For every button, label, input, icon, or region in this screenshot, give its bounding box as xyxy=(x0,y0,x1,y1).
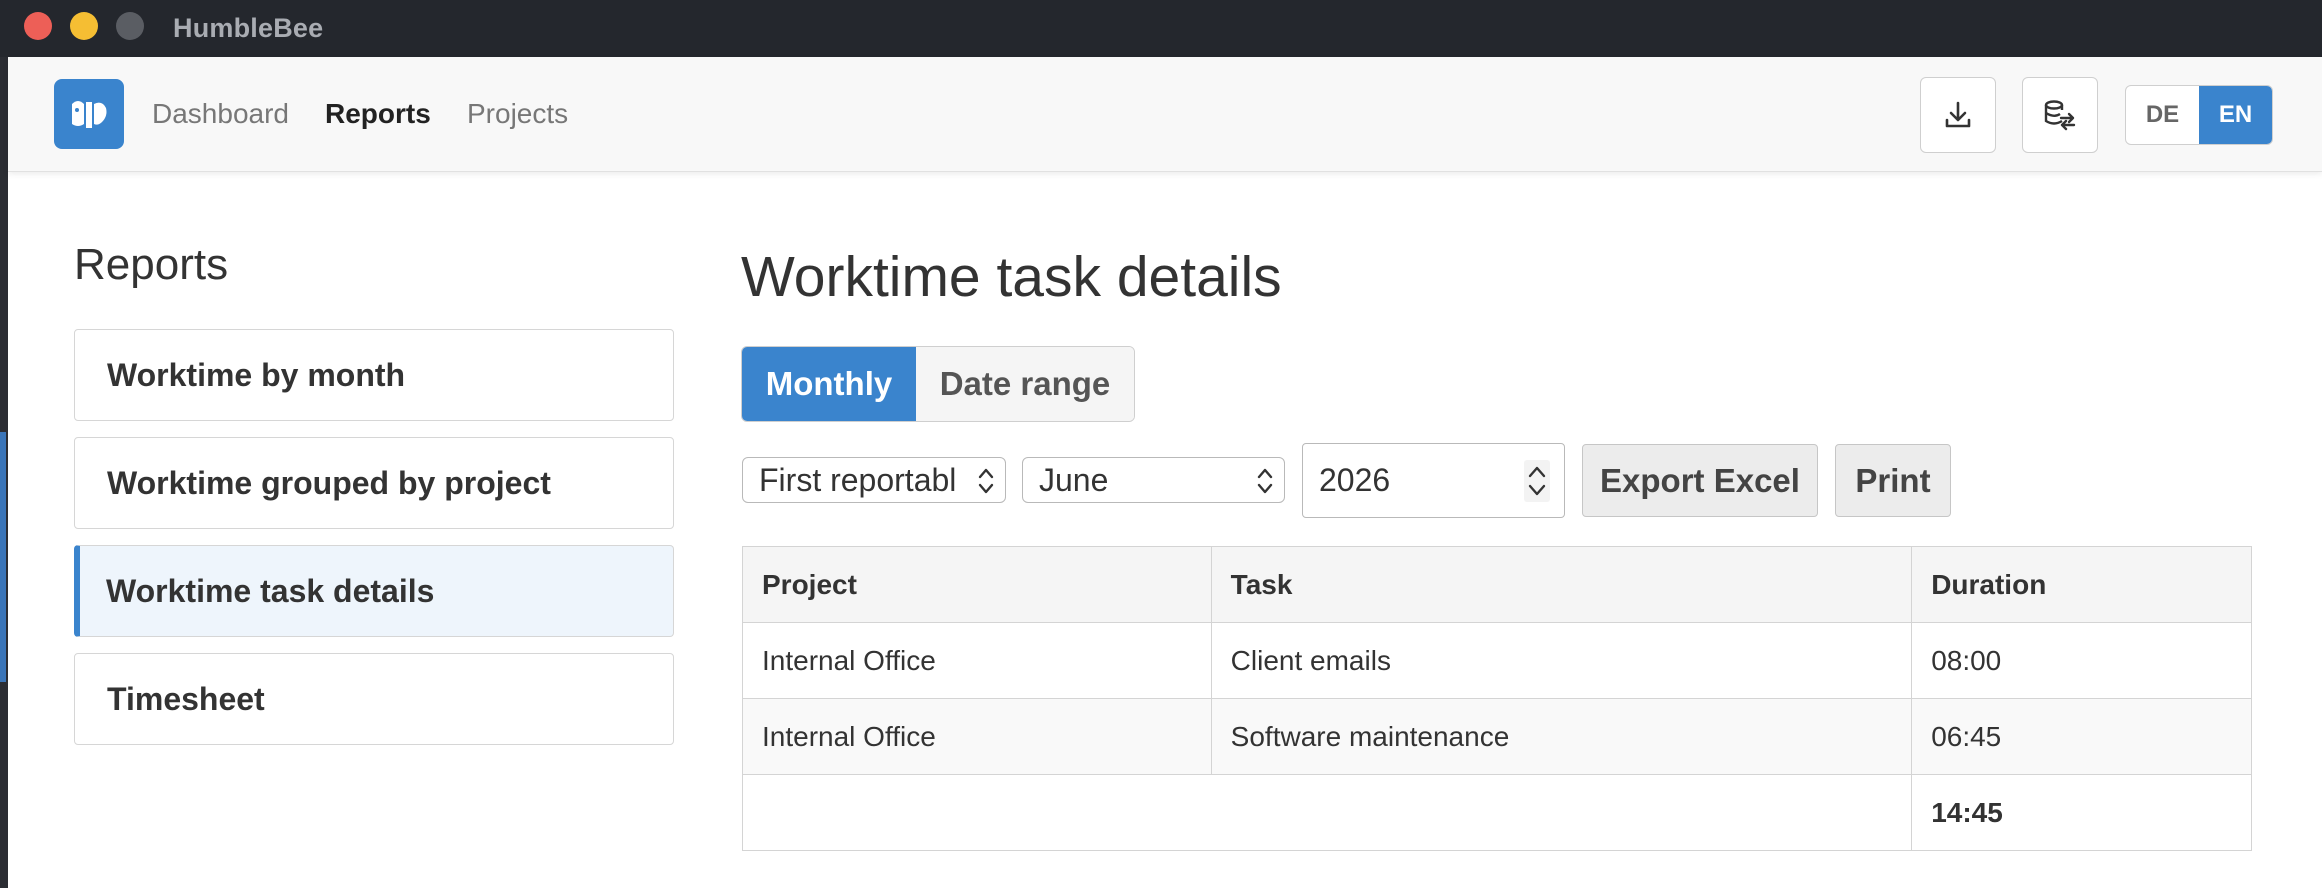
table-row: Internal Office Software maintenance 06:… xyxy=(742,698,2252,775)
month-select[interactable]: June xyxy=(1022,457,1285,503)
page-title: Worktime task details xyxy=(741,245,1282,309)
column-header-project[interactable]: Project xyxy=(742,546,1212,623)
year-input[interactable]: 2026 xyxy=(1302,443,1565,518)
nav-dashboard-link[interactable]: Dashboard xyxy=(152,98,289,130)
sidebar-item-worktime-task-details[interactable]: Worktime task details xyxy=(74,545,674,637)
sidebar-item-worktime-grouped-by-project[interactable]: Worktime grouped by project xyxy=(74,437,674,529)
sidebar-item-worktime-by-month[interactable]: Worktime by month xyxy=(74,329,674,421)
year-stepper[interactable] xyxy=(1524,460,1550,502)
select-arrows-icon xyxy=(978,468,994,494)
language-switcher: DE EN xyxy=(2125,85,2273,145)
download-button[interactable] xyxy=(1920,77,1996,153)
column-header-duration[interactable]: Duration xyxy=(1911,546,2252,623)
zoom-window-button[interactable] xyxy=(116,12,144,40)
duration-cell: 06:45 xyxy=(1911,698,2252,775)
month-select-value: June xyxy=(1039,461,1109,498)
table-header-row: Project Task Duration xyxy=(742,546,2252,623)
print-button[interactable]: Print xyxy=(1835,444,1951,517)
total-duration-cell: 14:45 xyxy=(1911,774,2252,851)
top-navbar: Dashboard Reports Projects DE EN xyxy=(8,57,2322,172)
database-sync-button[interactable] xyxy=(2022,77,2098,153)
total-label-cell xyxy=(741,774,1913,851)
language-de-button[interactable]: DE xyxy=(2126,86,2199,144)
day-select-value: First reportabl xyxy=(759,461,957,498)
background-window-strip xyxy=(0,432,6,682)
nav-projects-link[interactable]: Projects xyxy=(467,98,568,130)
app-logo-icon[interactable] xyxy=(54,79,124,149)
project-cell: Internal Office xyxy=(742,698,1212,775)
nav-reports-link[interactable]: Reports xyxy=(325,98,431,130)
report-mode-toggle: Monthly Date range xyxy=(741,346,1135,422)
table-total-row: 14:45 xyxy=(741,774,2252,851)
minimize-window-button[interactable] xyxy=(70,12,98,40)
bee-logo-icon xyxy=(72,101,107,128)
day-select[interactable]: First reportabl xyxy=(742,457,1006,503)
year-input-value: 2026 xyxy=(1319,462,1391,498)
column-header-task[interactable]: Task xyxy=(1210,546,1913,623)
table-row: Internal Office Client emails 08:00 xyxy=(742,622,2252,699)
stepper-arrows-icon xyxy=(1528,466,1546,496)
date-range-mode-button[interactable]: Date range xyxy=(916,347,1134,421)
duration-cell: 08:00 xyxy=(1911,622,2252,699)
project-cell: Internal Office xyxy=(742,622,1212,699)
select-arrows-icon xyxy=(1257,468,1273,494)
download-icon xyxy=(1945,101,1971,128)
task-details-table: Project Task Duration Internal Office Cl… xyxy=(741,546,2252,851)
task-cell: Software maintenance xyxy=(1210,698,1913,775)
task-cell: Client emails xyxy=(1210,622,1913,699)
app-window: HumbleBee Dashboard Reports Projects DE … xyxy=(0,0,2322,888)
background-window-edge xyxy=(0,57,8,888)
close-window-button[interactable] xyxy=(24,12,52,40)
monthly-mode-button[interactable]: Monthly xyxy=(742,347,916,421)
window-title: HumbleBee xyxy=(173,13,324,43)
sidebar-item-timesheet[interactable]: Timesheet xyxy=(74,653,674,745)
export-excel-button[interactable]: Export Excel xyxy=(1582,444,1818,517)
title-bar: HumbleBee xyxy=(0,0,2322,57)
database-sync-icon xyxy=(2044,100,2076,131)
language-en-button[interactable]: EN xyxy=(2199,86,2272,144)
sidebar-title: Reports xyxy=(74,240,229,289)
